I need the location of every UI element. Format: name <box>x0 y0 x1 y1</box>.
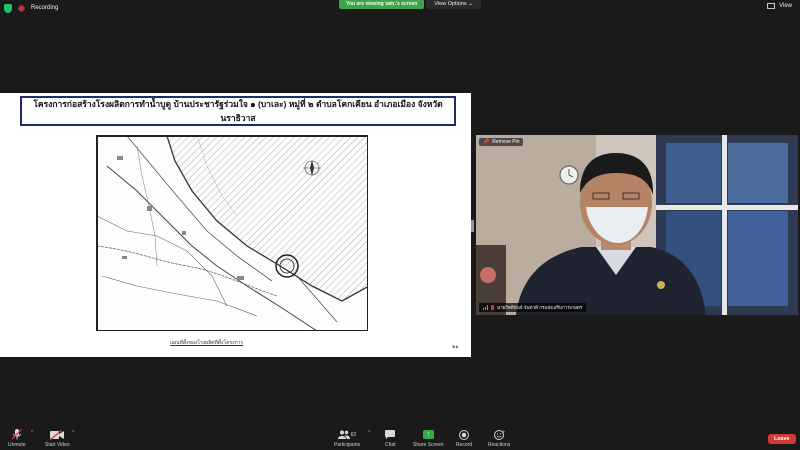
map-caption: แผนที่ตั้งของโรงผลิตที่ตั้งโครงการ <box>170 340 244 346</box>
grid-view-icon <box>767 3 776 9</box>
participant-name: นายกิตติพันธ์ จันทวดี กรมส่งเสริมการเกษต… <box>497 305 583 310</box>
reactions-button[interactable]: + Reactions <box>488 429 510 448</box>
chat-bubble-icon <box>385 429 396 440</box>
recording-indicator[interactable]: Recording <box>4 3 58 13</box>
record-button[interactable]: Record <box>456 429 472 448</box>
remove-pin-label: Remove Pin <box>492 139 520 145</box>
meeting-toolbar: Unmute ^ Start Video ^ 62 Participants ^… <box>0 425 800 450</box>
smiley-plus-icon: + <box>493 429 505 440</box>
map-drawing <box>97 136 367 330</box>
chat-label: Chat <box>385 442 396 448</box>
participants-options-chevron-icon[interactable]: ^ <box>368 430 370 436</box>
muted-mic-icon <box>491 305 494 310</box>
share-screen-icon: ↑ <box>422 429 434 440</box>
slide-title: โครงการก่อสร้างโรงผลิตการทำน้ำบูดู บ้านป… <box>20 96 456 126</box>
svg-text:+: + <box>502 430 505 434</box>
speaker-video[interactable]: 📌 Remove Pin นายกิตติพันธ์ จันทวดี กรมส่… <box>476 135 798 315</box>
participants-count: 62 <box>350 431 357 438</box>
signal-strength-icon <box>483 305 488 310</box>
security-shield-icon[interactable] <box>4 3 12 13</box>
start-video-button[interactable]: Start Video <box>45 429 70 448</box>
video-camera-off-icon <box>50 429 65 440</box>
participants-button[interactable]: 62 Participants <box>334 429 360 448</box>
unmute-label: Unmute <box>8 442 26 448</box>
start-video-label: Start Video <box>45 442 70 448</box>
unmute-button[interactable]: Unmute <box>8 429 26 448</box>
share-banner-text: You are viewing นพร.'s screen <box>339 0 425 9</box>
share-screen-label: Share Screen <box>413 442 444 448</box>
view-button[interactable]: View <box>767 3 792 9</box>
participants-icon: 62 <box>337 429 357 440</box>
record-icon <box>459 429 470 440</box>
share-screen-button[interactable]: ↑ Share Screen <box>413 429 444 448</box>
shared-screen[interactable]: โครงการก่อสร้างโรงผลิตการทำน้ำบูดู บ้านป… <box>0 93 471 357</box>
record-label: Record <box>456 442 473 448</box>
audio-options-chevron-icon[interactable]: ^ <box>31 430 33 436</box>
speaker-video-frame <box>476 135 798 315</box>
pin-icon: 📌 <box>483 139 490 145</box>
participants-label: Participants <box>334 442 361 448</box>
recording-icon <box>18 4 25 12</box>
share-banner: You are viewing นพร.'s screen View Optio… <box>339 0 481 9</box>
recording-label: Recording <box>31 5 59 11</box>
reactions-label: Reactions <box>488 442 511 448</box>
remove-pin-button[interactable]: 📌 Remove Pin <box>479 138 524 146</box>
chat-button[interactable]: Chat <box>385 429 396 448</box>
project-map <box>96 135 368 331</box>
chevron-down-icon: ⌄ <box>468 1 473 7</box>
video-options-chevron-icon[interactable]: ^ <box>72 430 74 436</box>
resize-handle[interactable] <box>471 220 474 232</box>
view-label: View <box>779 3 792 9</box>
participant-name-tag: นายกิตติพันธ์ จันทวดี กรมส่งเสริมการเกษต… <box>479 303 587 312</box>
view-options-button[interactable]: View Options ⌄ <box>426 0 481 9</box>
view-options-label: View Options <box>434 1 467 7</box>
leave-button[interactable]: Leave <box>768 434 796 444</box>
page-number: ๒๑ <box>452 344 459 350</box>
microphone-muted-icon <box>11 429 22 440</box>
